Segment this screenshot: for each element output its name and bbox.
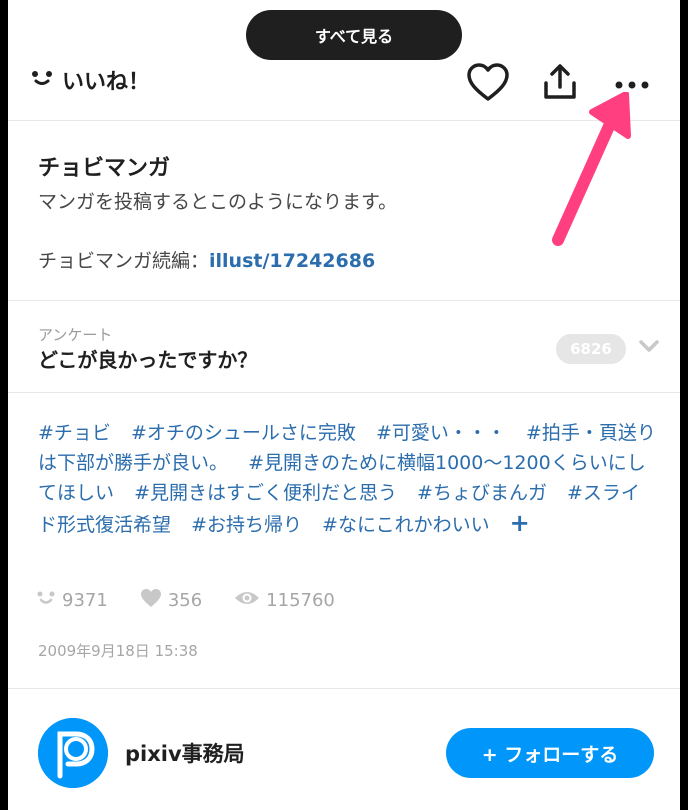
tag-list: #チョビ #オチのシュールさに完敗 #可愛い・・・ #拍手・頁送りは下部が勝手が… <box>38 418 658 540</box>
sequel-link[interactable]: illust/17242686 <box>209 250 375 272</box>
bookmark-count-value: 356 <box>167 590 203 611</box>
tag-item[interactable]: #見開きはすごく便利だと思う <box>134 482 397 504</box>
like-count: 9371 <box>36 590 108 611</box>
divider <box>8 300 680 301</box>
sequel-prefix: チョビマンガ続編： <box>38 250 210 272</box>
smile-icon <box>36 590 56 611</box>
view-count: 115760 <box>234 589 335 612</box>
eye-icon <box>234 589 260 612</box>
work-sequel: チョビマンガ続編：illust/17242686 <box>38 246 375 273</box>
view-count-value: 115760 <box>266 590 335 611</box>
annotation-arrow-icon <box>552 92 631 246</box>
survey-label: アンケート <box>38 326 113 344</box>
work-title: チョビマンガ <box>38 156 171 181</box>
divider <box>8 392 680 393</box>
survey-question[interactable]: どこが良かったですか？ <box>38 344 257 373</box>
survey-count-badge: 6826 <box>556 334 626 364</box>
more-icon <box>614 75 650 94</box>
smile-icon <box>30 68 54 93</box>
bookmark-count: 356 <box>140 588 202 613</box>
heart-icon <box>466 62 510 106</box>
like-count-value: 9371 <box>62 590 108 611</box>
stats-row: 9371 356 115760 <box>36 588 367 613</box>
heart-icon <box>140 588 162 613</box>
artwork-panel: すべて見る いいね！ チョビマンガ マンガを投稿するとこのようになります。 チョ… <box>8 0 680 810</box>
avatar[interactable] <box>38 718 108 788</box>
like-button[interactable]: いいね！ <box>30 64 150 96</box>
more-tags-button[interactable]: + <box>510 509 530 537</box>
divider <box>8 688 680 689</box>
author-name[interactable]: pixiv事務局 <box>125 738 245 768</box>
work-description: マンガを投稿するとこのようになります。 <box>38 191 398 213</box>
tag-item[interactable]: #オチのシュールさに完敗 <box>131 422 356 444</box>
chevron-down-icon[interactable] <box>638 337 660 359</box>
like-label: いいね！ <box>62 70 151 95</box>
bookmark-heart-button[interactable] <box>464 60 512 108</box>
tag-item[interactable]: #可愛い・・・ <box>376 422 506 444</box>
tag-item[interactable]: #なにこれかわいい <box>322 514 490 536</box>
post-date: 2009年9月18日 15:38 <box>38 642 198 660</box>
tag-item[interactable]: #チョビ <box>38 422 111 444</box>
follow-button[interactable]: + フォローする <box>446 728 654 778</box>
tag-item[interactable]: #ちょびまんガ <box>417 482 547 504</box>
tag-item[interactable]: #お持ち帰り <box>191 514 302 536</box>
